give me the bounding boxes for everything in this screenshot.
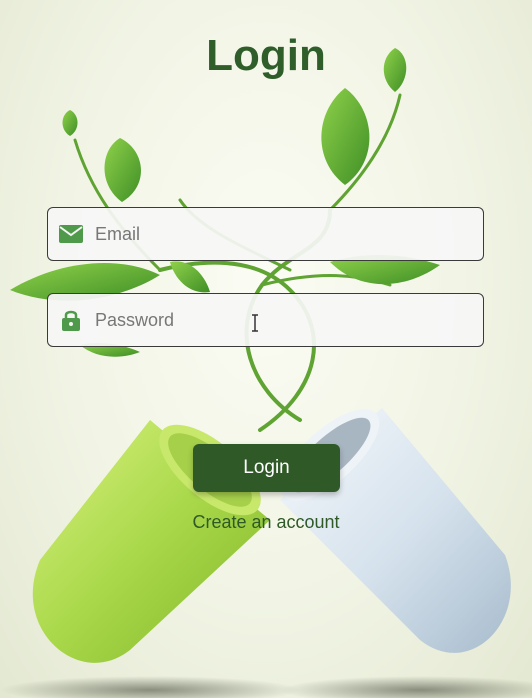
email-input[interactable] — [95, 208, 483, 260]
mail-icon — [59, 222, 83, 246]
capsule-shadow-left — [0, 676, 300, 698]
page-title: Login — [206, 31, 326, 80]
create-account-link[interactable]: Create an account — [0, 512, 532, 533]
email-field[interactable] — [47, 207, 484, 261]
password-input[interactable] — [95, 294, 483, 346]
text-cursor-icon — [252, 314, 258, 332]
password-field[interactable] — [47, 293, 484, 347]
capsule-shadow-right — [280, 676, 532, 698]
background-illustration — [0, 48, 532, 698]
lock-icon — [59, 308, 83, 332]
login-button[interactable]: Login — [193, 444, 340, 492]
